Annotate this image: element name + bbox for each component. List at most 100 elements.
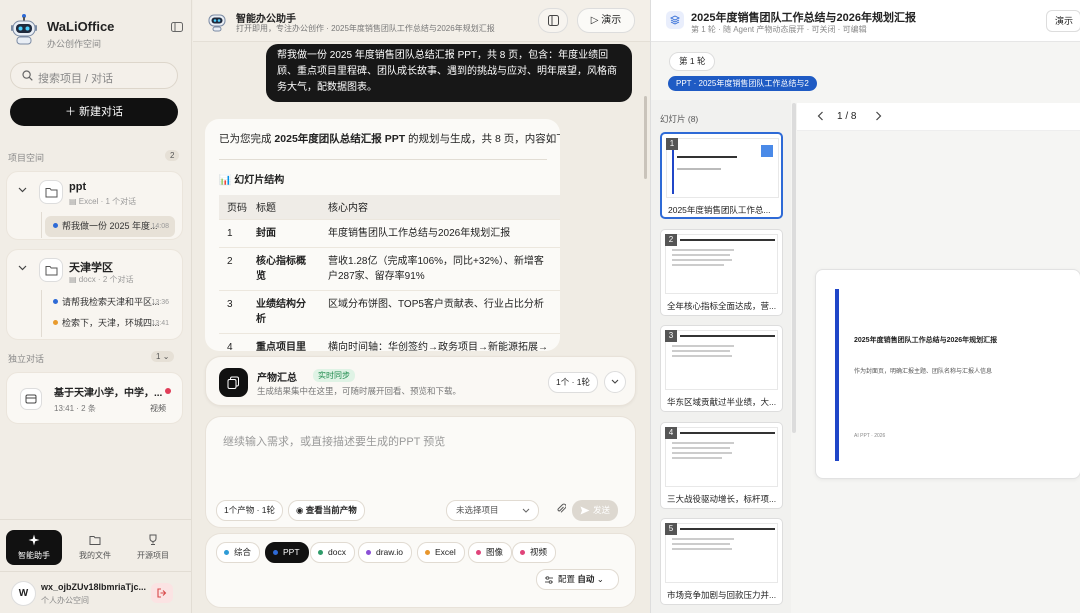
view-artifact-button[interactable]: ◉ 查看当前产物 (288, 500, 365, 521)
trophy-icon (149, 534, 157, 545)
table-cell: 核心指标概览 (248, 246, 320, 290)
config-value: 自动 (577, 574, 595, 584)
slide-title: 2025年度销售团队工作总结与2026年规划汇报 (854, 337, 998, 344)
new-chat-button[interactable]: ＋ 新建对话 (10, 98, 178, 126)
artifact-summary-bar[interactable]: 产物汇总 实时同步 生成结果集中在这里，可随时展开回看、预览和下载。 1个 · … (205, 356, 636, 406)
avatar[interactable]: W (11, 581, 36, 606)
thumbnail-scrollbar[interactable] (792, 103, 796, 433)
search-placeholder: 搜索项目 / 对话 (38, 73, 114, 85)
table-row: 4重点项目里程碑横向时间轴：华创签约→政务项目→新能源拓展→ (219, 332, 560, 351)
type-dot (366, 550, 371, 555)
artifact-subtitle: 生成结果集中在这里，可随时展开回看、预览和下载。 (257, 386, 462, 396)
project-meta: ▤ docx · 2 个对话 (69, 275, 134, 284)
solo-count-badge[interactable]: 1 ⌄ (151, 351, 175, 362)
chevron-right-icon[interactable] (875, 111, 882, 121)
collapse-sidebar-icon[interactable] (171, 21, 183, 33)
project-card-ppt[interactable]: ppt ▤ Excel · 1 个对话 帮我做一份 2025 年度... 14:… (6, 171, 183, 240)
present-button[interactable]: ▷ 演示 (577, 8, 635, 33)
slides-table: 页码 标题 核心内容 1 封面 年度销售团队工作总结与2026年规划汇报 2 核心指标… (219, 195, 560, 351)
nav-assistant[interactable]: 智能助手 (6, 530, 62, 565)
toggle-preview-button[interactable] (538, 8, 568, 33)
chevron-down-icon[interactable] (18, 265, 27, 271)
type-dot (520, 550, 525, 555)
chevron-left-icon[interactable] (817, 111, 824, 121)
type-dot (425, 550, 430, 555)
project-select[interactable]: 未选择项目 (446, 500, 539, 521)
slide-caption: 市场竞争加剧与回款压力并... (667, 590, 777, 600)
output-type-bar: 综合 PPT docx draw.io Excel 图像 视频 配置 自动 ⌄ (205, 533, 636, 608)
robot-logo-icon (8, 12, 40, 46)
solo-section-label: 独立对话 (8, 354, 45, 364)
conversation-item[interactable]: 请帮我检索天津和平区... 13:36 (45, 292, 175, 313)
solo-conversation-card[interactable]: 基于天津小学，中学，... 13:41 · 2 条 视频 (6, 372, 183, 424)
indent-line (41, 290, 42, 337)
table-cell: 1 (219, 218, 248, 247)
project-name: ppt (69, 181, 87, 193)
chevron-down-icon (611, 379, 619, 384)
nav-opensource[interactable]: 开源项目 (125, 530, 181, 565)
slide-thumbnail[interactable]: 2 全年核心指标全面达成，营... (660, 229, 783, 316)
type-pill-docx[interactable]: docx (310, 542, 355, 563)
type-pill-video[interactable]: 视频 (512, 542, 557, 563)
table-cell: 2 (219, 246, 248, 290)
solo-conversation-meta: 13:41 · 2 条 (54, 404, 96, 413)
chat-scrollbar[interactable] (644, 96, 647, 179)
type-pill-image[interactable]: 图像 (468, 542, 513, 563)
type-pill-drawio[interactable]: draw.io (358, 542, 412, 563)
new-chat-label: 新建对话 (79, 106, 124, 118)
table-cell: 横向时间轴：华创签约→政务项目→新能源拓展→ (320, 332, 560, 351)
robot-avatar-icon (206, 10, 228, 32)
chat-panel: 智能办公助手 打开即用，专注办公创作 · 2025年度销售团队工作总结与2026… (193, 0, 650, 613)
round-tab[interactable]: 第 1 轮 (669, 52, 716, 71)
solo-count: 1 (156, 352, 161, 361)
message-input[interactable]: 继续输入需求，或直接描述要生成的PPT 预览 (223, 433, 445, 449)
table-cell: 封面 (248, 218, 320, 247)
conversation-title: 帮我做一份 2025 年度... (62, 221, 158, 231)
conversation-item[interactable]: 检索下，天津，环城四... 13:41 (45, 313, 175, 334)
answer-bold: 2025年度团队总结汇报 PPT (274, 133, 406, 145)
type-pill-general[interactable]: 综合 (216, 542, 261, 563)
project-card-tianjin[interactable]: 天津学区 ▤ docx · 2 个对话 请帮我检索天津和平区... 13:36 … (6, 249, 183, 340)
conversation-time: 13:36 (151, 299, 169, 306)
attach-icon[interactable] (556, 503, 566, 515)
slide-caption: 全年核心指标全面达成，营... (667, 301, 777, 311)
config-label: 配置 (558, 574, 576, 584)
search-input[interactable]: 搜索项目 / 对话 (10, 62, 178, 89)
solo-conversation-count: 2 条 (81, 404, 96, 413)
nav-label: 我的文件 (79, 551, 111, 560)
slide-thumbnail[interactable]: 5 市场竞争加剧与回款压力并... (660, 518, 783, 605)
type-dot (224, 550, 229, 555)
slide-accent-bar (835, 289, 839, 461)
table-header: 页码 (219, 195, 248, 219)
slide-caption: 2025年度销售团队工作总... (668, 205, 771, 215)
slide-thumbnail[interactable]: 4 三大战役驱动增长，标杆项... (660, 422, 783, 509)
nav-label: 智能助手 (18, 551, 50, 560)
preview-present-button[interactable]: 演示 (1046, 10, 1080, 32)
chevron-down-icon (522, 508, 530, 513)
slide-number: 5 (665, 523, 677, 535)
conversation-title: 检索下，天津，环城四... (62, 318, 160, 328)
artifact-title: 产物汇总 (257, 373, 297, 384)
nav-files[interactable]: 我的文件 (67, 530, 123, 565)
artifact-count-pill[interactable]: 1个 · 1轮 (548, 372, 598, 393)
chevron-down-icon[interactable] (18, 187, 27, 193)
send-button[interactable]: 发送 (572, 500, 618, 521)
logout-button[interactable] (151, 583, 173, 603)
table-row: 1 封面 年度销售团队工作总结与2026年规划汇报 (219, 218, 560, 247)
config-select[interactable]: 配置 自动 ⌄ (536, 569, 619, 590)
expand-button[interactable] (604, 371, 626, 393)
thumbnail-image (665, 234, 778, 294)
conversation-item[interactable]: 帮我做一份 2025 年度... 14:08 (45, 216, 175, 237)
slide-thumbnail[interactable]: 3 华东区域贡献过半业绩，大... (660, 325, 783, 412)
slide-thumbnail[interactable]: 1 2025年度销售团队工作总... (660, 132, 783, 219)
file-type-icon: ▤ (69, 275, 77, 284)
table-cell: 业绩结构分析 (248, 289, 320, 333)
send-icon (580, 506, 590, 515)
artifact-count-pill[interactable]: 1个产物 · 1轮 (216, 500, 284, 521)
table-cell: 重点项目里程碑 (248, 332, 320, 351)
sidebar: WaLiOffice 办公创作空间 搜索项目 / 对话 ＋ 新建对话 项目空间 … (0, 0, 192, 613)
type-pill-excel[interactable]: Excel (417, 542, 465, 563)
user-message: 帮我做一份 2025 年度销售团队总结汇报 PPT，共 8 页，包含：年度业绩回… (266, 44, 632, 102)
type-pill-ppt[interactable]: PPT (265, 542, 309, 563)
ppt-artifact-chip[interactable]: PPT · 2025年度销售团队工作总结与2 (668, 76, 817, 91)
